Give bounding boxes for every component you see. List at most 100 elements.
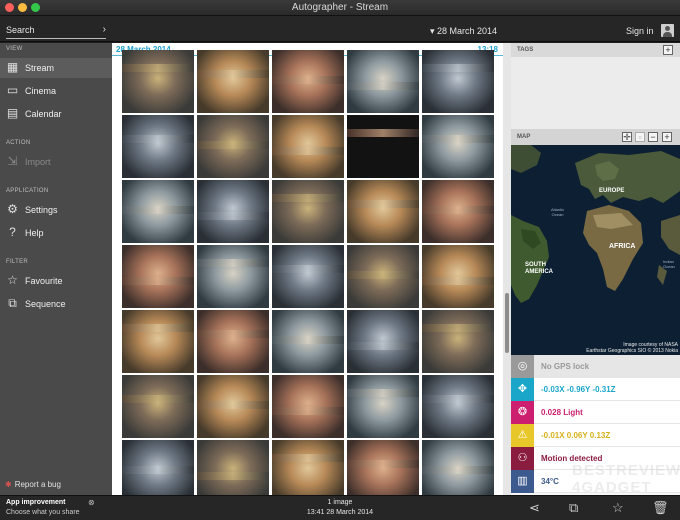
report-bug-link[interactable]: ✱ Report a bug xyxy=(5,480,61,489)
sensor-value: -0.01X 0.06Y 0.13Z xyxy=(541,431,611,440)
scrollbar-thumb[interactable] xyxy=(505,293,509,353)
photo-thumbnail[interactable] xyxy=(272,245,344,308)
world-map[interactable]: EUROPE AFRICA SOUTH AMERICA Atlantic Oce… xyxy=(511,145,680,355)
photo-thumbnail[interactable] xyxy=(197,375,269,438)
thumbnail-detail xyxy=(347,200,419,208)
photo-thumbnail[interactable] xyxy=(122,50,194,113)
photo-thumbnail[interactable] xyxy=(422,115,494,178)
close-banner-icon[interactable]: ⊗ xyxy=(88,498,95,507)
photo-thumbnail[interactable] xyxy=(422,245,494,308)
photo-thumbnail[interactable] xyxy=(347,440,419,495)
stream-scrollbar[interactable] xyxy=(503,43,511,495)
share-icon[interactable]: ⋖ xyxy=(529,500,540,516)
photo-thumbnail[interactable] xyxy=(347,50,419,113)
date-selector[interactable]: ▾ 28 March 2014 xyxy=(430,26,497,37)
photo-thumbnail[interactable] xyxy=(422,440,494,495)
photo-thumbnail[interactable] xyxy=(122,180,194,243)
search-input[interactable]: Search › xyxy=(6,24,106,39)
map-credit: Image courtesy of NASA Earthstar Geograp… xyxy=(586,342,678,354)
thumbnail-detail xyxy=(197,70,269,78)
thumbnail-detail xyxy=(197,472,269,480)
photo-thumbnail[interactable] xyxy=(122,440,194,495)
avatar-icon[interactable] xyxy=(661,24,674,37)
photo-thumbnail[interactable] xyxy=(122,310,194,373)
thumbnail-detail xyxy=(272,454,344,462)
tags-header: TAGS + xyxy=(511,43,680,57)
thumbnail-detail xyxy=(197,212,269,220)
sidebar-item-cinema[interactable]: ▭ Cinema xyxy=(0,81,112,101)
photo-thumbnail[interactable] xyxy=(272,50,344,113)
photo-thumbnail[interactable] xyxy=(122,245,194,308)
thumbnail-detail xyxy=(122,206,194,214)
photo-thumbnail[interactable] xyxy=(347,375,419,438)
tags-title: TAGS xyxy=(517,47,534,53)
photo-thumbnail[interactable] xyxy=(347,115,419,178)
thumbnail-detail xyxy=(422,466,494,474)
photo-thumbnail[interactable] xyxy=(272,115,344,178)
map-fullscreen-button[interactable]: ▫ xyxy=(635,132,645,142)
sidebar-item-help[interactable]: ? Help xyxy=(0,223,112,243)
thumbnail-detail xyxy=(122,466,194,474)
thumbnail-detail xyxy=(272,76,344,84)
sign-in-link[interactable]: Sign in xyxy=(626,26,654,36)
sidebar-item-label: Favourite xyxy=(25,276,63,286)
search-arrow-icon[interactable]: › xyxy=(103,24,106,35)
map-zoom-in-button[interactable]: + xyxy=(662,132,672,142)
thumbnail-detail xyxy=(422,135,494,143)
photo-thumbnail[interactable] xyxy=(272,180,344,243)
sidebar-item-import[interactable]: ⇲ Import xyxy=(0,152,112,172)
sensor-row: ◎ No GPS lock xyxy=(511,355,680,378)
thumbnail-detail xyxy=(122,135,194,143)
motion-icon: ⚇ xyxy=(511,447,534,470)
thumbnail-detail xyxy=(272,147,344,155)
export-icon[interactable]: ⧉ xyxy=(569,500,578,516)
sidebar-item-label: Help xyxy=(25,228,44,238)
map-label-europe: EUROPE xyxy=(599,188,625,194)
photo-thumbnail[interactable] xyxy=(347,180,419,243)
watermark-logo: BESTREVIEW 4GADGET xyxy=(572,462,680,496)
sidebar-item-label: Stream xyxy=(25,63,55,73)
sensor-value: 0.028 Light xyxy=(541,408,583,417)
map-locate-button[interactable]: ✛ xyxy=(622,132,632,142)
photo-thumbnail[interactable] xyxy=(197,115,269,178)
photo-thumbnail[interactable] xyxy=(272,440,344,495)
sensor-row: ❂ 0.028 Light xyxy=(511,401,680,424)
add-tag-button[interactable]: + xyxy=(663,45,673,55)
sensor-value: -0.03X -0.96Y -0.31Z xyxy=(541,385,616,394)
photo-thumbnail[interactable] xyxy=(347,310,419,373)
sidebar-item-label: Settings xyxy=(25,205,58,215)
sidebar-item-settings[interactable]: ⚙ Settings xyxy=(0,200,112,220)
sidebar-item-stream[interactable]: ▦ Stream xyxy=(0,58,112,78)
photo-thumbnail[interactable] xyxy=(422,310,494,373)
photo-thumbnail[interactable] xyxy=(197,180,269,243)
star-icon: ☆ xyxy=(7,273,18,287)
photo-thumbnail[interactable] xyxy=(197,245,269,308)
sidebar-item-calendar[interactable]: ▤ Calendar xyxy=(0,104,112,124)
photo-thumbnail[interactable] xyxy=(422,375,494,438)
sidebar-item-sequence[interactable]: ⧉ Sequence xyxy=(0,294,112,314)
favourite-icon[interactable]: ☆ xyxy=(612,500,624,516)
photo-thumbnail[interactable] xyxy=(422,180,494,243)
sidebar-item-favourite[interactable]: ☆ Favourite xyxy=(0,271,112,291)
thumbnail-detail xyxy=(272,407,344,415)
photo-thumbnail[interactable] xyxy=(197,440,269,495)
section-filter: FILTER xyxy=(6,259,29,265)
photo-thumbnail[interactable] xyxy=(122,375,194,438)
temperature-icon: ▥ xyxy=(511,470,534,493)
photo-thumbnail[interactable] xyxy=(197,310,269,373)
photo-thumbnail[interactable] xyxy=(272,310,344,373)
image-datetime: 13:41 28 March 2014 xyxy=(306,509,374,516)
trash-icon[interactable]: 🗑 xyxy=(652,500,669,516)
map-zoom-out-button[interactable]: − xyxy=(648,132,658,142)
thumbnail-detail xyxy=(197,259,269,267)
photo-thumbnail[interactable] xyxy=(122,115,194,178)
thumbnail-detail xyxy=(197,401,269,409)
photo-thumbnail[interactable] xyxy=(422,50,494,113)
photo-thumbnail[interactable] xyxy=(272,375,344,438)
app-improvement-link[interactable]: Choose what you share xyxy=(6,509,80,516)
photo-thumbnail[interactable] xyxy=(347,245,419,308)
thumbnail-detail xyxy=(422,64,494,72)
photo-thumbnail[interactable] xyxy=(197,50,269,113)
thumbnail-detail xyxy=(272,336,344,344)
info-panel: TAGS + MAP ✛ ▫ − + EUROPE AFRICA SOUTH A… xyxy=(511,43,680,495)
